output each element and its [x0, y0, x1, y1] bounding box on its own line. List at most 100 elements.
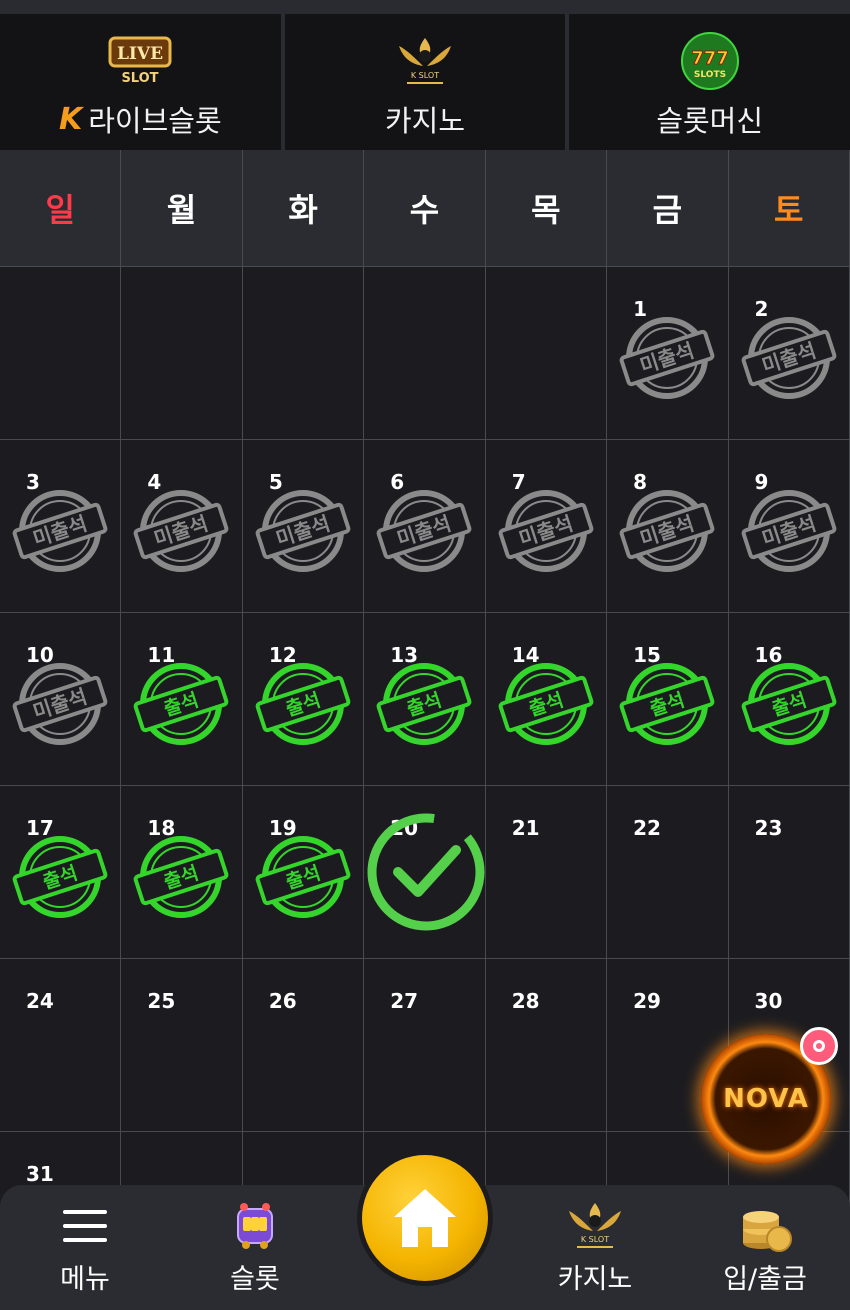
- calendar-day-cell: [242, 267, 365, 440]
- nav-menu-label: 메뉴: [60, 1264, 110, 1295]
- present-stamp-icon: 출석: [255, 663, 351, 745]
- calendar-day-cell[interactable]: 27: [364, 959, 486, 1132]
- weekday-thu: 목: [485, 150, 608, 267]
- weekday-sat: 토: [728, 150, 850, 267]
- calendar-day-cell[interactable]: 8 미출석: [607, 440, 729, 613]
- absent-stamp-icon: 미출석: [134, 490, 229, 572]
- calendar-day-cell[interactable]: 12 출석: [242, 613, 365, 786]
- top-strip: [0, 0, 850, 14]
- category-casino-label: 카지노: [384, 104, 466, 138]
- svg-text:LIVE: LIVE: [117, 44, 163, 64]
- nav-slot[interactable]: 슬롯: [195, 1185, 315, 1310]
- calendar-day-cell: [485, 267, 608, 440]
- calendar-day-cell[interactable]: 4 미출석: [121, 440, 243, 613]
- calendar-day-cell[interactable]: 6 미출석: [364, 440, 486, 613]
- absent-stamp-icon: 미출석: [619, 490, 715, 572]
- calendar-day-cell[interactable]: 13 출석: [364, 613, 486, 786]
- present-stamp-icon: 출석: [134, 836, 229, 918]
- absent-stamp-icon: 미출석: [741, 317, 836, 399]
- record-icon[interactable]: [800, 1027, 838, 1065]
- present-stamp-icon: 출석: [255, 836, 351, 918]
- svg-text:K SLOT: K SLOT: [581, 1235, 609, 1244]
- present-stamp-icon: 출석: [741, 663, 836, 745]
- nav-menu[interactable]: 메뉴: [25, 1185, 145, 1310]
- category-live-slot[interactable]: LIVE SLOT K 라이브슬롯: [0, 14, 285, 150]
- calendar-day-cell[interactable]: 25: [121, 959, 243, 1132]
- calendar-day-cell: [0, 267, 122, 440]
- calendar-day-cell[interactable]: 10 미출석: [0, 613, 122, 786]
- calendar-day-cell[interactable]: 1 미출석: [607, 267, 729, 440]
- present-stamp-icon: 출석: [12, 836, 108, 918]
- weekday-tue: 화: [242, 150, 365, 267]
- calendar-day-cell[interactable]: 17 출석: [0, 786, 122, 959]
- k-slot-logo-icon: K SLOT: [393, 32, 457, 90]
- calendar-day-cell[interactable]: 9 미출석: [728, 440, 850, 613]
- calendar-day-cell: [364, 267, 486, 440]
- nav-deposit-withdraw[interactable]: 입/출금: [705, 1185, 825, 1310]
- day-number: 22: [633, 816, 661, 840]
- category-bar: LIVE SLOT K 라이브슬롯 K SLOT 카지노 777 SLOTS 슬…: [0, 14, 850, 150]
- day-number: 21: [511, 816, 540, 840]
- absent-stamp-icon: 미출석: [741, 490, 836, 572]
- calendar-day-cell[interactable]: 5 미출석: [242, 440, 365, 613]
- calendar-day-cell[interactable]: 20: [364, 786, 486, 959]
- weekday-fri: 금: [607, 150, 729, 267]
- category-slot-machine-label: 슬롯머신: [656, 104, 764, 138]
- calendar-day-cell[interactable]: 2 미출석: [728, 267, 850, 440]
- weekday-mon: 월: [121, 150, 243, 267]
- day-number: 28: [511, 989, 540, 1013]
- calendar-day-cell[interactable]: 26: [242, 959, 365, 1132]
- nova-label: NOVA: [723, 1084, 809, 1114]
- day-number: 26: [268, 989, 297, 1013]
- hamburger-icon: [61, 1201, 109, 1251]
- calendar-day-cell[interactable]: 16 출석: [728, 613, 850, 786]
- day-number: 25: [147, 989, 176, 1013]
- day-number: 29: [633, 989, 661, 1013]
- svg-text:SLOT: SLOT: [122, 71, 159, 86]
- day-number: 30: [754, 989, 783, 1013]
- svg-text:SLOTS: SLOTS: [694, 70, 726, 80]
- calendar-day-cell[interactable]: 11 출석: [121, 613, 243, 786]
- present-stamp-icon: 출석: [619, 663, 715, 745]
- home-button[interactable]: [362, 1155, 488, 1281]
- live-slot-logo-icon: LIVE SLOT: [108, 32, 172, 90]
- calendar-day-cell[interactable]: 7 미출석: [485, 440, 608, 613]
- calendar-day-cell[interactable]: 21: [485, 786, 608, 959]
- calendar-day-cell: [121, 267, 243, 440]
- calendar-day-cell[interactable]: 14 출석: [485, 613, 608, 786]
- absent-stamp-icon: 미출석: [12, 663, 108, 745]
- calendar-day-cell[interactable]: 19 출석: [242, 786, 365, 959]
- day-number: 31: [26, 1162, 54, 1186]
- svg-text:777: 777: [691, 48, 729, 69]
- weekday-header: 일 월 화 수 목 금 토: [0, 150, 850, 267]
- nav-casino-label: 카지노: [557, 1264, 633, 1295]
- 777-slots-logo-icon: 777 SLOTS: [680, 32, 740, 90]
- absent-stamp-icon: 미출석: [255, 490, 351, 572]
- calendar-day-cell[interactable]: 3 미출석: [0, 440, 122, 613]
- nav-slot-label: 슬롯: [230, 1264, 280, 1295]
- calendar-day-cell[interactable]: 23: [728, 786, 850, 959]
- absent-stamp-icon: 미출석: [498, 490, 594, 572]
- calendar-day-cell[interactable]: 18 출석: [121, 786, 243, 959]
- weekday-wed: 수: [364, 150, 486, 267]
- category-live-slot-label: 라이브슬롯: [88, 104, 222, 138]
- k-brand-icon: K: [59, 101, 83, 137]
- day-number: 23: [754, 816, 783, 840]
- calendar-day-cell[interactable]: 28: [485, 959, 608, 1132]
- nav-casino[interactable]: K SLOT 카지노: [535, 1185, 655, 1310]
- nav-deposit-label: 입/출금: [723, 1264, 807, 1295]
- k-slot-logo-icon: K SLOT: [563, 1201, 627, 1251]
- absent-stamp-icon: 미출석: [619, 317, 715, 399]
- day-number: 24: [26, 989, 54, 1013]
- home-button-frame: [357, 1150, 493, 1286]
- present-stamp-icon: 출석: [134, 663, 229, 745]
- calendar-day-cell[interactable]: 22: [607, 786, 729, 959]
- category-casino[interactable]: K SLOT 카지노: [285, 14, 570, 150]
- svg-text:K SLOT: K SLOT: [411, 71, 439, 80]
- home-icon: [394, 1189, 456, 1247]
- slot-machine-icon: [230, 1201, 280, 1251]
- calendar-day-cell[interactable]: 24: [0, 959, 122, 1132]
- calendar-day-cell[interactable]: 15 출석: [607, 613, 729, 786]
- category-slot-machine[interactable]: 777 SLOTS 슬롯머신: [569, 14, 850, 150]
- present-stamp-icon: 출석: [376, 663, 472, 745]
